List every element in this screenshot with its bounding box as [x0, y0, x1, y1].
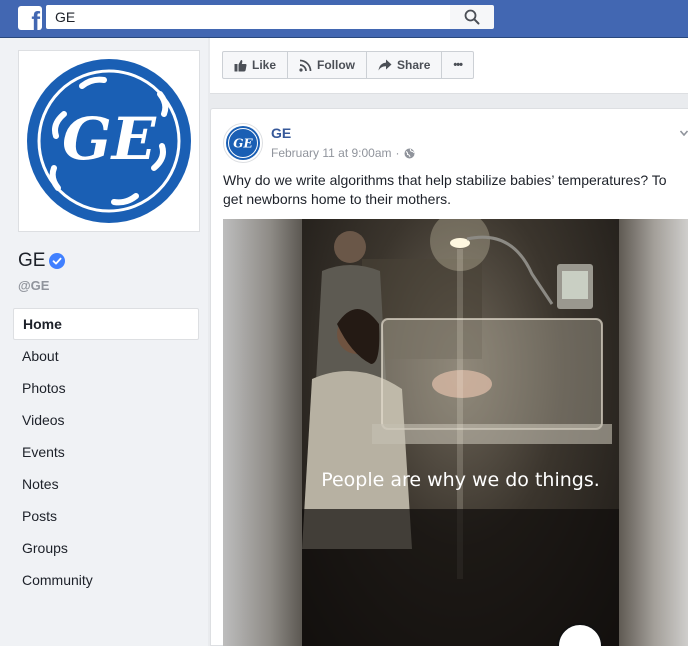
nav-item-about[interactable]: About [13, 340, 199, 372]
nav-item-events[interactable]: Events [13, 436, 199, 468]
verified-check-icon [49, 253, 66, 269]
search-box[interactable] [46, 5, 450, 29]
ge-logo-icon: GE [27, 59, 191, 223]
page-action-bar: Like Follow Share ••• [210, 38, 688, 94]
post-meta: February 11 at 9:00am · [271, 146, 415, 160]
search-icon [464, 9, 480, 25]
avatar-logo-text: GE [233, 137, 253, 151]
post-card: GE GE February 11 at 9:00am · Why do we … [210, 108, 688, 646]
post-timestamp[interactable]: February 11 at 9:00am [271, 146, 392, 160]
post-video[interactable]: People are why we do things. [223, 219, 688, 646]
left-column: GE GE @GE Home About Photos Videos Event… [0, 38, 208, 646]
page-name-text: GE [18, 250, 46, 271]
share-arrow-icon [378, 59, 392, 71]
top-bar: f [0, 0, 688, 38]
ge-logo-text: GE [62, 105, 157, 173]
more-dots-icon: ••• [453, 59, 463, 71]
more-options-button[interactable]: ••• [442, 52, 473, 78]
facebook-logo-icon[interactable]: f [18, 6, 42, 30]
post-author-name[interactable]: GE [271, 125, 291, 141]
search-button[interactable] [450, 5, 494, 29]
share-label: Share [397, 58, 431, 72]
follow-button[interactable]: Follow [288, 52, 368, 78]
nav-item-groups[interactable]: Groups [13, 532, 199, 564]
action-button-group: Like Follow Share ••• [222, 51, 474, 79]
profile-picture[interactable]: GE [18, 50, 200, 232]
like-label: Like [252, 58, 277, 72]
share-button[interactable]: Share [367, 52, 443, 78]
facebook-logo-letter: f [31, 6, 40, 30]
nav-item-notes[interactable]: Notes [13, 468, 199, 500]
ge-logo-icon: GE [226, 126, 260, 160]
video-still-image [302, 219, 619, 646]
globe-icon [404, 148, 415, 158]
thumbs-up-icon [234, 59, 247, 71]
search-input[interactable] [47, 6, 449, 28]
video-caption: People are why we do things. [321, 469, 600, 491]
nav-item-community[interactable]: Community [13, 564, 199, 596]
like-button[interactable]: Like [223, 52, 289, 78]
page-name[interactable]: GE [18, 250, 66, 272]
meta-separator: · [395, 146, 400, 160]
page-handle[interactable]: @GE [18, 278, 49, 293]
video-frame[interactable]: People are why we do things. [302, 219, 619, 646]
post-author-avatar[interactable]: GE [223, 123, 263, 163]
video-blur-left [223, 219, 302, 646]
post-message: Why do we write algorithms that help sta… [223, 172, 667, 207]
nav-item-videos[interactable]: Videos [13, 404, 199, 436]
rss-follow-icon [299, 59, 312, 72]
nav-item-posts[interactable]: Posts [13, 500, 199, 532]
page-nav: Home About Photos Videos Events Notes Po… [13, 308, 199, 596]
follow-label: Follow [317, 58, 356, 72]
nav-item-home[interactable]: Home [13, 308, 199, 340]
video-blur-right [619, 219, 688, 646]
nav-item-photos[interactable]: Photos [13, 372, 199, 404]
post-options-chevron-icon[interactable] [679, 123, 688, 139]
